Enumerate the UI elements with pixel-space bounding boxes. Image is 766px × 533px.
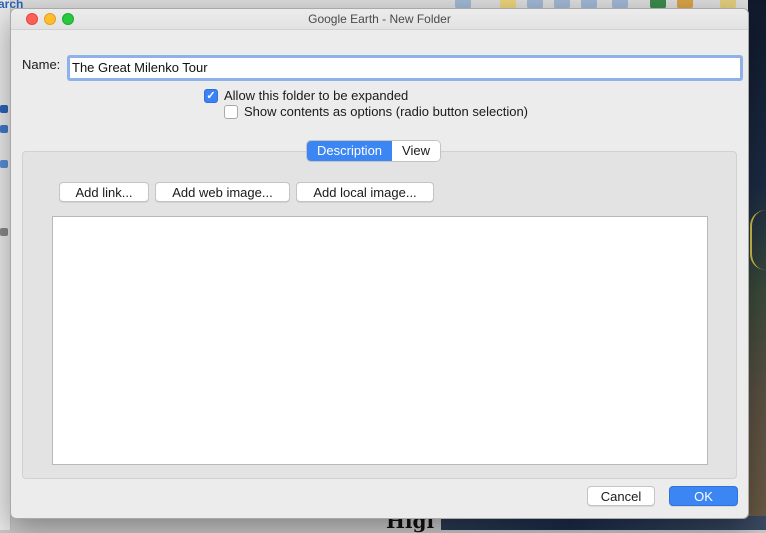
allow-expand-checkbox[interactable]: ✓ <box>204 88 218 103</box>
add-link-button[interactable]: Add link... <box>59 182 149 202</box>
sidebar-mark <box>0 228 8 236</box>
sidebar-mark <box>0 125 8 133</box>
window-title: Google Earth - New Folder <box>308 12 451 26</box>
title-bar: Google Earth - New Folder <box>11 9 748 30</box>
add-web-image-button[interactable]: Add web image... <box>155 182 290 202</box>
add-local-image-button[interactable]: Add local image... <box>296 182 434 202</box>
name-input[interactable] <box>67 55 743 81</box>
radio-contents-checkbox[interactable] <box>224 104 238 119</box>
description-editor[interactable] <box>52 216 708 465</box>
radio-contents-label: Show contents as options (radio button s… <box>244 104 529 119</box>
ok-button[interactable]: OK <box>669 486 738 506</box>
sidebar-mark <box>0 160 8 168</box>
tab-description[interactable]: Description <box>307 141 393 161</box>
radio-contents-option[interactable]: Show contents as options (radio button s… <box>224 104 528 119</box>
allow-expand-label: Allow this folder to be expanded <box>224 88 409 103</box>
cancel-button[interactable]: Cancel <box>587 486 655 506</box>
sidebar-mark <box>0 105 8 113</box>
earth-view <box>748 0 766 530</box>
tab-view[interactable]: View <box>392 141 440 161</box>
allow-expand-option[interactable]: ✓ Allow this folder to be expanded <box>204 88 408 103</box>
new-folder-dialog: Google Earth - New Folder Name: ✓ Allow … <box>10 8 749 519</box>
tab-bar: Description View <box>307 141 440 161</box>
name-label: Name: <box>22 57 61 72</box>
